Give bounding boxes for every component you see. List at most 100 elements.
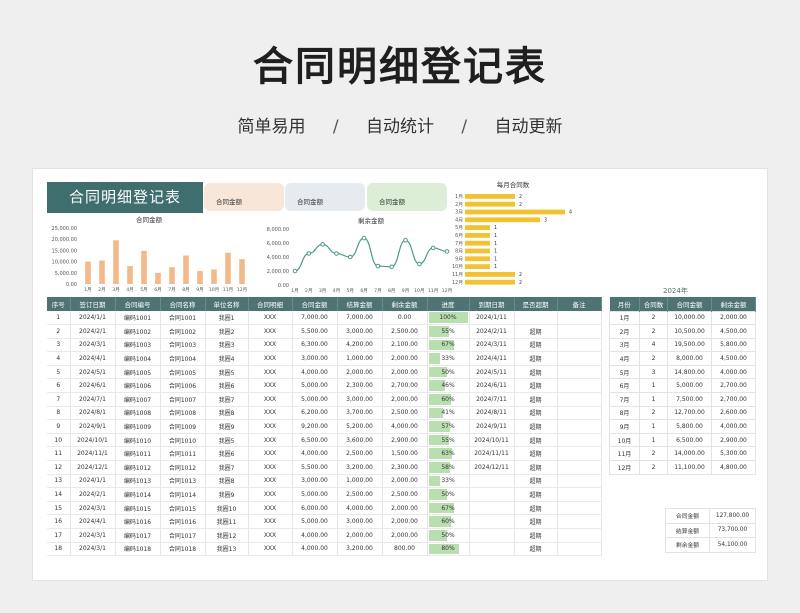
table-cell[interactable]: 2,700.00 — [382, 378, 428, 394]
table-cell[interactable]: 3,000.00 — [292, 474, 338, 489]
table-cell[interactable]: 100% — [427, 311, 470, 326]
table-cell[interactable]: 10,000.00 — [667, 310, 712, 326]
table-cell[interactable]: 超期 — [514, 338, 558, 353]
table-cell[interactable]: 2,700.00 — [711, 392, 756, 407]
table-cell[interactable]: 5,500.00 — [292, 324, 338, 339]
table-cell[interactable]: XXX — [248, 338, 293, 353]
table-cell[interactable]: 2024/7/1 — [70, 392, 116, 407]
table-cell[interactable]: 57% — [427, 419, 470, 434]
table-cell[interactable] — [469, 542, 515, 557]
table-cell[interactable]: 17 — [47, 528, 71, 543]
table-cell[interactable]: 2 — [639, 446, 668, 462]
table-cell[interactable]: XXX — [248, 365, 293, 380]
table-cell[interactable]: 2,000.00 — [711, 310, 756, 326]
table-cell[interactable] — [469, 528, 515, 543]
table-cell[interactable]: 编码1006 — [115, 378, 161, 394]
table-cell[interactable]: 6,300.00 — [292, 338, 338, 353]
table-cell[interactable]: 合同1015 — [160, 501, 206, 516]
table-cell[interactable] — [514, 311, 558, 326]
table-row[interactable]: 17 2024/3/1 编码1017 合同1017 我圈12 XXX 4,000.00 2,0… — [47, 528, 602, 543]
table-cell[interactable]: 4,000.00 — [292, 528, 338, 543]
table-cell[interactable]: 超期 — [514, 351, 558, 366]
table-cell[interactable]: 编码1011 — [115, 446, 161, 462]
table-row[interactable]: 18 2024/3/1 编码1018 合同1018 我圈13 XXX 4,000.00 3,2… — [47, 542, 602, 557]
table-cell[interactable]: 6,200.00 — [292, 406, 338, 421]
table-row[interactable]: 1 2024/1/1 编码1001 合同1001 我圈1 XXX 7,000.00 7,000… — [47, 311, 602, 326]
table-cell[interactable] — [557, 419, 602, 434]
table-cell[interactable]: 2,600.00 — [711, 405, 756, 421]
table-cell[interactable]: 3,000.00 — [337, 324, 383, 339]
table-cell[interactable]: 2024/3/1 — [70, 501, 116, 516]
table-cell[interactable]: 13 — [47, 474, 71, 489]
table-cell[interactable]: 4月 — [609, 351, 640, 366]
table-cell[interactable]: 2024/4/11 — [469, 351, 515, 366]
table-cell[interactable]: 2,000.00 — [382, 474, 428, 489]
table-row[interactable]: 5月 3 14,800.00 4,000.00 — [609, 364, 756, 380]
table-cell[interactable]: 2024/8/1 — [70, 406, 116, 421]
table-cell[interactable]: 5,000.00 — [292, 378, 338, 394]
table-cell[interactable]: 2,000.00 — [337, 365, 383, 380]
table-cell[interactable]: XXX — [248, 433, 293, 448]
table-cell[interactable]: 2024/12/1 — [70, 460, 116, 475]
table-row[interactable]: 3月 4 19,500.00 5,800.00 — [609, 337, 756, 353]
table-cell[interactable]: 超期 — [514, 365, 558, 380]
table-cell[interactable]: 2,000.00 — [382, 501, 428, 516]
table-cell[interactable] — [557, 528, 602, 543]
table-cell[interactable]: 60% — [427, 514, 470, 529]
table-cell[interactable]: 2024/1/1 — [70, 311, 116, 326]
table-cell[interactable]: 3 — [639, 364, 668, 380]
table-cell[interactable]: 2,700.00 — [711, 378, 756, 394]
table-cell[interactable]: 我圈5 — [205, 365, 249, 380]
table-cell[interactable]: 合同1003 — [160, 338, 206, 353]
table-cell[interactable]: 3,000.00 — [337, 392, 383, 407]
table-row[interactable]: 8 2024/8/1 编码1008 合同1008 我圈8 XXX 6,200.00 3,700… — [47, 406, 602, 421]
table-cell[interactable]: 2024/10/11 — [469, 433, 515, 448]
table-cell[interactable]: 3 — [47, 338, 71, 353]
table-cell[interactable]: 55% — [427, 324, 470, 339]
table-cell[interactable]: 2024/3/11 — [469, 338, 515, 353]
table-cell[interactable]: 编码1014 — [115, 487, 161, 502]
table-cell[interactable]: 2024/9/11 — [469, 419, 515, 434]
table-cell[interactable]: 超期 — [514, 528, 558, 543]
table-cell[interactable]: 4,500.00 — [711, 351, 756, 366]
table-cell[interactable]: 7,500.00 — [667, 392, 712, 407]
table-cell[interactable]: 超期 — [514, 433, 558, 448]
table-cell[interactable]: 2024/1/1 — [70, 474, 116, 489]
table-cell[interactable]: 11,100.00 — [667, 460, 712, 475]
table-cell[interactable]: 2 — [639, 405, 668, 421]
table-cell[interactable]: 我圈8 — [205, 406, 249, 421]
table-cell[interactable]: 7,000.00 — [337, 311, 383, 326]
table-row[interactable]: 4 2024/4/1 编码1004 合同1004 我圈4 XXX 3,000.00 1,000… — [47, 351, 602, 366]
table-cell[interactable]: 7 — [47, 392, 71, 407]
table-cell[interactable]: 2,300.00 — [337, 378, 383, 394]
table-cell[interactable]: 5,800.00 — [711, 337, 756, 353]
table-cell[interactable]: 16 — [47, 514, 71, 529]
table-row[interactable]: 3 2024/3/1 编码1003 合同1003 我圈3 XXX 6,300.00 4,200… — [47, 338, 602, 353]
table-cell[interactable]: 编码1010 — [115, 433, 161, 448]
table-cell[interactable]: 18 — [47, 542, 71, 557]
table-cell[interactable]: 我圈7 — [205, 392, 249, 407]
table-cell[interactable]: 1,000.00 — [337, 474, 383, 489]
table-cell[interactable]: 超期 — [514, 324, 558, 339]
table-cell[interactable] — [469, 474, 515, 489]
table-cell[interactable] — [469, 501, 515, 516]
table-cell[interactable] — [557, 338, 602, 353]
table-cell[interactable]: 11 — [47, 446, 71, 462]
table-cell[interactable]: 4,800.00 — [711, 460, 756, 475]
table-cell[interactable]: 我圈7 — [205, 460, 249, 475]
table-row[interactable]: 4月 2 8,000.00 4,500.00 — [609, 351, 756, 366]
table-row[interactable]: 2 2024/2/1 编码1002 合同1002 我圈2 XXX 5,500.00 3,000… — [47, 324, 602, 339]
table-row[interactable]: 9 2024/9/1 编码1009 合同1009 我圈9 XXX 9,200.00 5,200… — [47, 419, 602, 434]
table-cell[interactable]: 11月 — [609, 446, 640, 462]
table-cell[interactable]: 2024/6/1 — [70, 378, 116, 394]
table-cell[interactable]: 4,000.00 — [337, 501, 383, 516]
table-cell[interactable]: 63% — [427, 446, 470, 462]
table-cell[interactable]: XXX — [248, 514, 293, 529]
table-cell[interactable]: 67% — [427, 501, 470, 516]
table-cell[interactable]: 2024/8/11 — [469, 406, 515, 421]
table-row[interactable]: 9月 1 5,800.00 4,000.00 — [609, 419, 756, 434]
table-cell[interactable]: 编码1016 — [115, 514, 161, 529]
table-cell[interactable]: XXX — [248, 406, 293, 421]
table-cell[interactable]: 5 — [47, 365, 71, 380]
table-cell[interactable]: 41% — [427, 406, 470, 421]
